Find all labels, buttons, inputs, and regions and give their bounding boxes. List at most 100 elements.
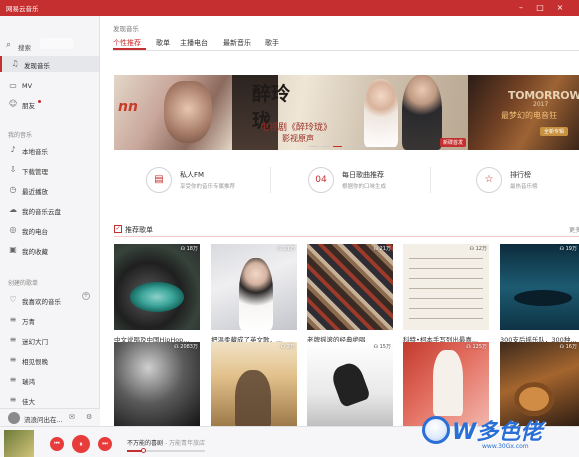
cover-line [409, 308, 483, 309]
sidebar-item-label: 朋友 [22, 102, 35, 110]
clock-icon: ◷ [9, 185, 17, 194]
sidebar-item-radio[interactable]: ◎ 我的电台 [0, 222, 99, 238]
banner-subtitle: 影视原声 [282, 134, 314, 143]
next-icon[interactable]: ⏭ [98, 437, 112, 451]
playlist-card[interactable]: ☊ 21万 [211, 244, 297, 330]
sidebar-playlist[interactable]: ≡ 相见恨晚 [0, 352, 99, 368]
feature-divider [430, 167, 431, 193]
gear-icon[interactable]: ⚙ [86, 413, 92, 421]
feature-desc: 根据你的口味生成 [342, 184, 387, 190]
user-bar[interactable]: 流浪问出在... ✉ ⚙ [0, 408, 100, 426]
section-icon: ✓ [114, 225, 122, 233]
pause-icon[interactable]: ⏸ [72, 435, 90, 453]
tab-personal[interactable]: 个性推荐 [113, 38, 141, 48]
carousel-dot[interactable] [321, 146, 330, 147]
radio-icon: ▤ [146, 167, 172, 193]
playlist-icon: ≡ [9, 375, 17, 384]
more-link[interactable]: 更多 [569, 225, 579, 234]
play-count: ☊ 2万 [280, 344, 295, 350]
play-count: ☊ 19万 [559, 246, 577, 252]
section-divider [114, 236, 579, 237]
cover-line [409, 258, 483, 259]
banner-portrait [164, 81, 212, 143]
playlist-card[interactable]: ☊ 18万 [114, 244, 200, 330]
cover-line [409, 288, 483, 289]
mail-icon[interactable]: ✉ [69, 413, 75, 421]
tab-radio[interactable]: 主播电台 [180, 38, 208, 48]
banner-center[interactable]: 醉玲珑 电视剧《醉玲珑》 影视原声 新碟首发 [232, 75, 468, 150]
progress-knob[interactable] [140, 448, 146, 453]
sidebar-playlist[interactable]: ≡ 瑞鸿 [0, 372, 99, 388]
minimize-icon[interactable]: – [514, 2, 528, 14]
now-playing-cover[interactable] [4, 430, 34, 457]
sidebar-item-label: 我喜欢的音乐 [22, 298, 61, 306]
sidebar-item-label: 我的电台 [22, 228, 48, 236]
playlist-card[interactable]: ☊ 21万 [307, 244, 393, 330]
playlist-card[interactable]: ☊ 19万 [500, 244, 579, 330]
sidebar-playlist[interactable]: ≡ 佳大 [0, 392, 99, 408]
cover-line [409, 318, 483, 319]
sidebar-item-downloads[interactable]: ⇩ 下载管理 [0, 162, 99, 178]
play-count: ☊ 125万 [466, 344, 487, 350]
blurred-region [40, 38, 74, 49]
banner-actress [364, 79, 398, 147]
sidebar-item-label: 迷幻大门 [22, 338, 48, 346]
sidebar-item-cloud[interactable]: ☁ 我的音乐云盘 [0, 202, 99, 218]
sidebar-playlist[interactable]: ≡ 迷幻大门 [0, 332, 99, 348]
banner-tag: 新碟首发 [439, 138, 466, 147]
carousel-dot-active[interactable] [333, 146, 342, 147]
carousel-dots[interactable] [309, 146, 369, 154]
carousel-dot[interactable] [357, 146, 366, 147]
app-title: 网易云音乐 [6, 5, 39, 13]
sidebar-item-favorites[interactable]: ▣ 我的收藏 [0, 242, 99, 258]
sidebar: ⌕ 搜索 ♫ 发现音乐 ▭ MV ☺ 朋友 我的音乐 ♪ 本地音乐 ⇩ 下载管理… [0, 16, 100, 426]
section-title: 推荐歌单 [125, 226, 153, 234]
banner-left[interactable]: nn [114, 75, 232, 150]
feature-title: 每日歌曲推荐 [342, 171, 384, 179]
playlist-card[interactable]: ☊ 15万 [307, 342, 393, 426]
progress-bar[interactable] [127, 448, 205, 453]
banner-right-button: 全新专辑 [540, 127, 569, 136]
banner-title: 电视剧《醉玲珑》 [260, 123, 333, 133]
playlist-card[interactable]: ☊ 2万 [211, 342, 297, 426]
play-count: ☊ 15万 [373, 344, 391, 350]
sidebar-item-mv[interactable]: ▭ MV [0, 78, 99, 94]
cover-line [409, 278, 483, 279]
play-count: ☊ 16万 [559, 344, 577, 350]
playlist-card[interactable]: ☊ 2083万 [114, 342, 200, 426]
sidebar-item-label: 佳大 [22, 398, 35, 406]
title-bar: 网易云音乐 – □ × [0, 0, 579, 16]
sidebar-playlist[interactable]: ≡ 万青 [0, 312, 99, 328]
close-icon[interactable]: × [553, 2, 567, 14]
tab-artists[interactable]: 歌手 [265, 38, 279, 48]
play-count: ☊ 21万 [373, 246, 391, 252]
tab-new-music[interactable]: 最新音乐 [223, 38, 251, 48]
page-title: 发现音乐 [113, 25, 139, 33]
tab-playlists[interactable]: 歌单 [156, 38, 170, 48]
maximize-icon[interactable]: □ [533, 2, 547, 14]
cover-art [130, 282, 184, 312]
user-name[interactable]: 流浪问出在... [24, 414, 63, 424]
sidebar-playlist-liked[interactable]: ♡ 我喜欢的音乐 [0, 292, 99, 308]
site-watermark: W多色佬 www.30Gx.com [422, 412, 572, 452]
sidebar-item-recent[interactable]: ◷ 最近播放 [0, 182, 99, 198]
carousel-dot[interactable] [345, 146, 354, 147]
cover-art [329, 360, 371, 408]
sidebar-item-local[interactable]: ♪ 本地音乐 [0, 142, 99, 158]
banner-left-text: nn [118, 99, 138, 115]
playlist-card[interactable]: ☊ 12万 [403, 244, 489, 330]
sidebar-item-label: 万青 [22, 318, 35, 326]
cover-art [239, 258, 273, 330]
previous-icon[interactable]: ⏮ [50, 437, 64, 451]
play-count: ☊ 12万 [469, 246, 487, 252]
sidebar-item-friends[interactable]: ☺ 朋友 [0, 96, 99, 112]
sidebar-item-label: 下载管理 [22, 168, 48, 176]
avatar[interactable] [8, 412, 20, 424]
music-note-icon: ♫ [11, 59, 19, 68]
watermark-url: www.30Gx.com [482, 443, 529, 450]
feature-title: 私人FM [180, 171, 205, 179]
banner-right[interactable]: TOMORROW 2017 最梦幻的电音狂 全新专辑 [468, 75, 579, 150]
sidebar-item-label: 我的收藏 [22, 248, 48, 256]
carousel-dot[interactable] [309, 146, 318, 147]
sidebar-item-discover[interactable]: ♫ 发现音乐 [0, 56, 99, 72]
